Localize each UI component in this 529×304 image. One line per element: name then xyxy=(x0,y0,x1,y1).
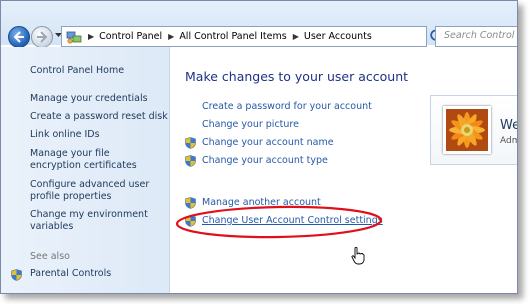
avatar xyxy=(443,106,491,154)
task-change-account-type[interactable]: Change your account type xyxy=(202,155,328,166)
breadcrumb-user-accounts[interactable]: User Accounts xyxy=(304,31,372,42)
highlight-ellipse xyxy=(175,205,383,239)
shield-icon xyxy=(11,269,22,281)
search-input[interactable]: Search Control Panel xyxy=(435,26,517,47)
breadcrumb[interactable]: ▶ Control Panel ▶ All Control Panel Item… xyxy=(61,26,427,47)
back-button[interactable] xyxy=(8,26,30,48)
address-bar: ▶ Control Panel ▶ All Control Panel Item… xyxy=(1,1,517,48)
forward-button[interactable] xyxy=(31,26,53,48)
sidebar-item-file-encryption[interactable]: Manage your file encryption certificates xyxy=(30,148,160,172)
sidebar-item-link-online-ids[interactable]: Link online IDs xyxy=(30,129,100,141)
page-title: Make changes to your user account xyxy=(185,69,409,84)
breadcrumb-separator-icon[interactable]: ▶ xyxy=(293,32,299,41)
breadcrumb-separator-icon[interactable]: ▶ xyxy=(168,32,174,41)
sidebar-item-parental-controls[interactable]: Parental Controls xyxy=(30,268,111,280)
forward-arrow-icon xyxy=(37,31,48,43)
user-name: We xyxy=(500,118,517,133)
control-panel-icon xyxy=(66,30,82,44)
task-create-password[interactable]: Create a password for your account xyxy=(202,101,372,112)
breadcrumb-control-panel[interactable]: Control Panel xyxy=(99,31,162,42)
main-content: Make changes to your user account Create… xyxy=(170,47,517,293)
back-arrow-icon xyxy=(13,31,24,43)
left-navigation-pane: Control Panel Home Manage your credentia… xyxy=(1,47,170,293)
sidebar-item-environment-variables[interactable]: Change my environment variables xyxy=(30,209,150,233)
task-change-picture[interactable]: Change your picture xyxy=(202,119,299,130)
sidebar-item-manage-credentials[interactable]: Manage your credentials xyxy=(30,93,148,105)
shield-icon xyxy=(185,137,196,149)
control-panel-window: ▶ Control Panel ▶ All Control Panel Item… xyxy=(0,0,518,294)
see-also-label: See also xyxy=(30,251,70,262)
sidebar-item-advanced-profile[interactable]: Configure advanced user profile properti… xyxy=(30,179,150,203)
task-change-account-name[interactable]: Change your account name xyxy=(202,137,334,148)
sidebar-item-control-panel-home[interactable]: Control Panel Home xyxy=(30,65,124,77)
breadcrumb-separator-icon[interactable]: ▶ xyxy=(88,32,94,41)
user-account-type: Adm xyxy=(500,136,517,146)
shield-icon xyxy=(185,155,196,167)
breadcrumb-all-items[interactable]: All Control Panel Items xyxy=(179,31,286,42)
hand-cursor-icon xyxy=(351,247,365,265)
user-account-panel: We Adm xyxy=(430,95,517,165)
sidebar-item-password-reset-disk[interactable]: Create a password reset disk xyxy=(30,111,168,123)
